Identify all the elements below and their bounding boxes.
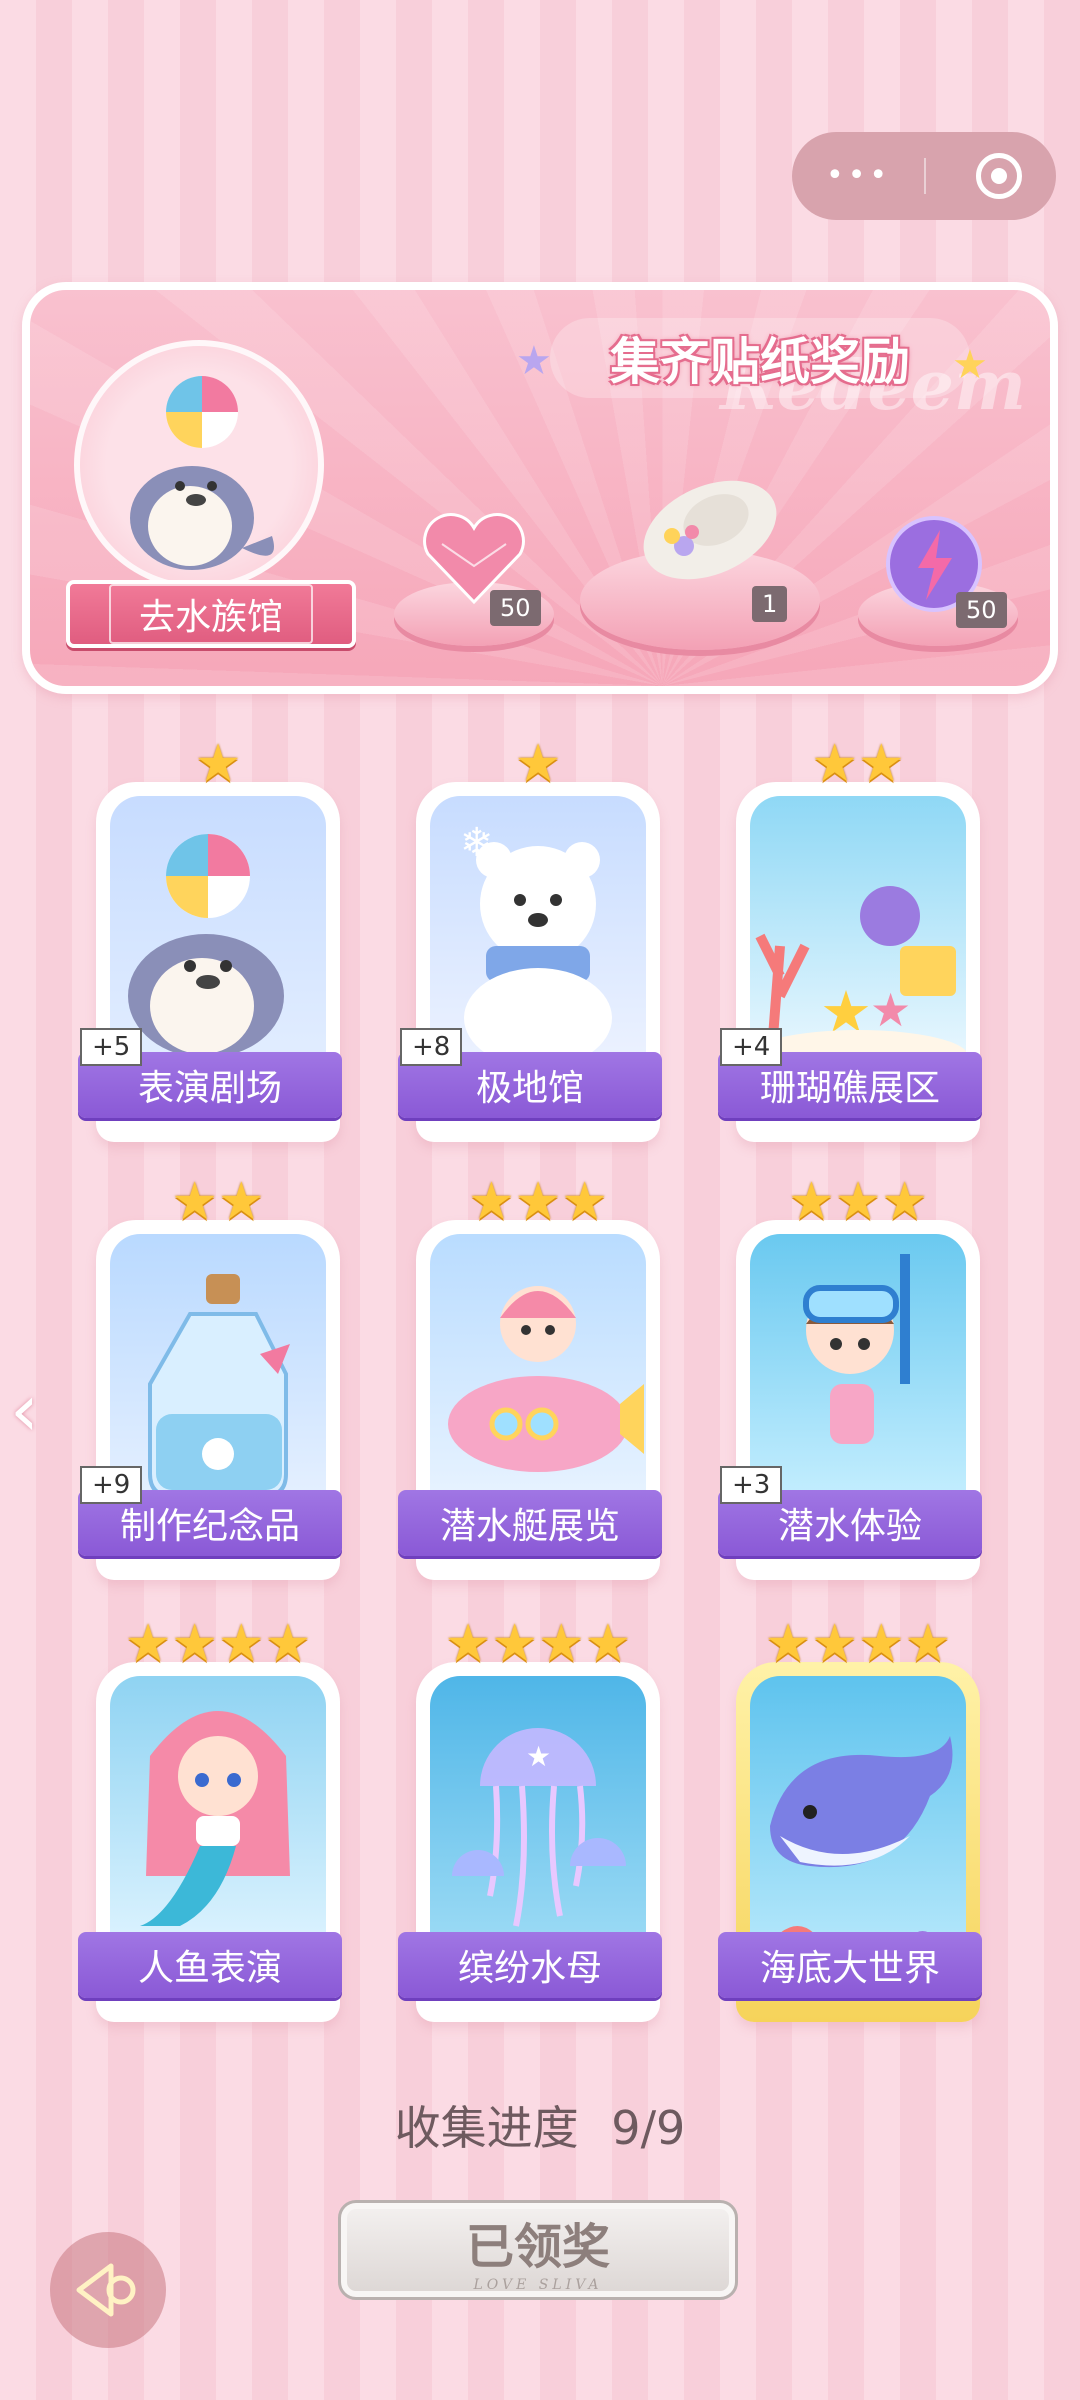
seal-with-ball-icon bbox=[110, 796, 326, 1076]
reward-count-heart: 50 bbox=[490, 590, 541, 626]
sticker-card[interactable]: ★ ❄ 极地馆 +8 bbox=[398, 738, 668, 1142]
gold-star-icon: ★ bbox=[811, 734, 858, 794]
lace-hat-icon bbox=[643, 480, 777, 580]
gold-star-icon: ★ bbox=[491, 1614, 538, 1674]
mermaid-icon bbox=[110, 1676, 326, 1956]
back-arrow-icon bbox=[76, 2263, 136, 2317]
card-stars: ★★★ bbox=[728, 1176, 988, 1232]
gold-star-icon: ★ bbox=[171, 1172, 218, 1232]
reward-count-hat: 1 bbox=[752, 586, 788, 622]
mini-program-capsule: ••• bbox=[792, 132, 1056, 220]
sticker-card[interactable]: ★★★ 潜水体验 +3 bbox=[718, 1176, 988, 1580]
claimed-button[interactable]: 已领奖 LOVE SLIVA bbox=[338, 2200, 738, 2300]
bonus-badge: +9 bbox=[80, 1466, 143, 1504]
sticker-card[interactable]: ★★★ 潜水艇展览 bbox=[398, 1176, 668, 1580]
capsule-divider bbox=[924, 158, 926, 194]
gold-star-icon: ★ bbox=[264, 1614, 312, 1674]
svg-text:★: ★ bbox=[870, 983, 911, 1037]
previous-page-arrow-icon[interactable]: ‹ bbox=[10, 1368, 39, 1452]
more-icon[interactable]: ••• bbox=[826, 161, 891, 191]
sticker-card[interactable]: ★★ ★ ★ 珊瑚礁展区 +4 bbox=[718, 738, 988, 1142]
sticker-card[interactable]: ★★★★ 人鱼表演 bbox=[78, 1618, 348, 2022]
reward-count-orb: 50 bbox=[956, 592, 1007, 628]
reward-banner: Redeem ★ 集齐贴纸奖励 ★ 去水族馆 50 1 50 bbox=[22, 282, 1058, 694]
coral-reef-icon: ★ ★ bbox=[750, 796, 966, 1076]
gold-star-icon: ★ bbox=[834, 1172, 882, 1232]
bonus-badge: +4 bbox=[720, 1028, 783, 1066]
souvenir-bottle-icon bbox=[110, 1234, 326, 1514]
diver-girl-icon bbox=[750, 1234, 966, 1514]
gold-star-icon: ★ bbox=[538, 1614, 585, 1674]
gold-star-icon: ★ bbox=[858, 1614, 905, 1674]
gold-star-icon: ★ bbox=[584, 1614, 632, 1674]
claimed-sublabel: LOVE SLIVA bbox=[473, 2277, 603, 2293]
card-stars: ★★★★ bbox=[88, 1618, 348, 1674]
sticker-card[interactable]: ★★★★ ★ 缤纷水母 bbox=[398, 1618, 668, 2022]
gold-star-icon: ★ bbox=[124, 1614, 172, 1674]
card-label: 海底大世界 bbox=[718, 1932, 982, 1998]
gold-star-icon: ★ bbox=[561, 1172, 608, 1232]
close-target-icon[interactable] bbox=[976, 153, 1022, 199]
collection-progress: 收集进度 9/9 bbox=[0, 2092, 1080, 2158]
back-floating-button[interactable] bbox=[50, 2232, 166, 2348]
card-stars: ★★ bbox=[728, 738, 988, 794]
gold-star-icon: ★ bbox=[468, 1172, 515, 1232]
gold-star-icon: ★ bbox=[514, 1172, 562, 1232]
bonus-badge: +3 bbox=[720, 1466, 783, 1504]
submarine-girl-icon bbox=[430, 1234, 646, 1514]
gold-star-icon: ★ bbox=[218, 1172, 265, 1232]
card-stars: ★★★ bbox=[408, 1176, 668, 1232]
card-stars: ★ bbox=[88, 738, 348, 794]
jellyfish-icon: ★ bbox=[430, 1676, 646, 1956]
bonus-badge: +5 bbox=[80, 1028, 143, 1066]
sticker-card[interactable]: ★★ 制作纪念品 +9 bbox=[78, 1176, 348, 1580]
progress-value: 9/9 bbox=[611, 2101, 686, 2155]
card-label: 缤纷水母 bbox=[398, 1932, 662, 1998]
banner-title: 集齐贴纸奖励 bbox=[550, 318, 970, 398]
card-label: 人鱼表演 bbox=[78, 1932, 342, 1998]
gold-star-icon: ★ bbox=[171, 1614, 218, 1674]
gold-star-icon: ★ bbox=[764, 1614, 812, 1674]
gold-star-icon: ★ bbox=[881, 1172, 928, 1232]
card-stars: ★ bbox=[408, 738, 668, 794]
svg-text:❄: ❄ bbox=[460, 820, 494, 866]
card-stars: ★★★★ bbox=[408, 1618, 668, 1674]
gold-star-icon: ★ bbox=[904, 1614, 952, 1674]
gold-star-icon: ★ bbox=[858, 734, 905, 794]
gold-star-icon: ★ bbox=[514, 734, 562, 794]
bonus-badge: +8 bbox=[400, 1028, 463, 1066]
gold-star-icon: ★ bbox=[952, 342, 988, 388]
svg-text:★: ★ bbox=[526, 1740, 551, 1773]
progress-label: 收集进度 bbox=[394, 2101, 579, 2155]
gold-star-icon: ★ bbox=[811, 1614, 858, 1674]
claimed-label: 已领奖 bbox=[465, 2219, 610, 2275]
gold-star-icon: ★ bbox=[218, 1614, 265, 1674]
card-stars: ★★★★ bbox=[728, 1618, 988, 1674]
polar-bear-icon: ❄ bbox=[430, 796, 646, 1076]
gold-star-icon: ★ bbox=[194, 734, 242, 794]
sticker-card[interactable]: ★ 表演剧场 +5 bbox=[78, 738, 348, 1142]
gold-star-icon: ★ bbox=[788, 1172, 835, 1232]
go-aquarium-button[interactable]: 去水族馆 bbox=[66, 580, 356, 648]
sticker-card[interactable]: ★★★★ 海底大世界 bbox=[718, 1618, 988, 2022]
gold-star-icon: ★ bbox=[444, 1614, 492, 1674]
go-aquarium-label: 去水族馆 bbox=[108, 584, 313, 644]
seal-icon bbox=[130, 376, 274, 570]
whale-icon bbox=[750, 1676, 966, 1956]
card-label: 潜水艇展览 bbox=[398, 1490, 662, 1556]
card-stars: ★★ bbox=[88, 1176, 348, 1232]
purple-star-icon: ★ bbox=[516, 338, 552, 384]
